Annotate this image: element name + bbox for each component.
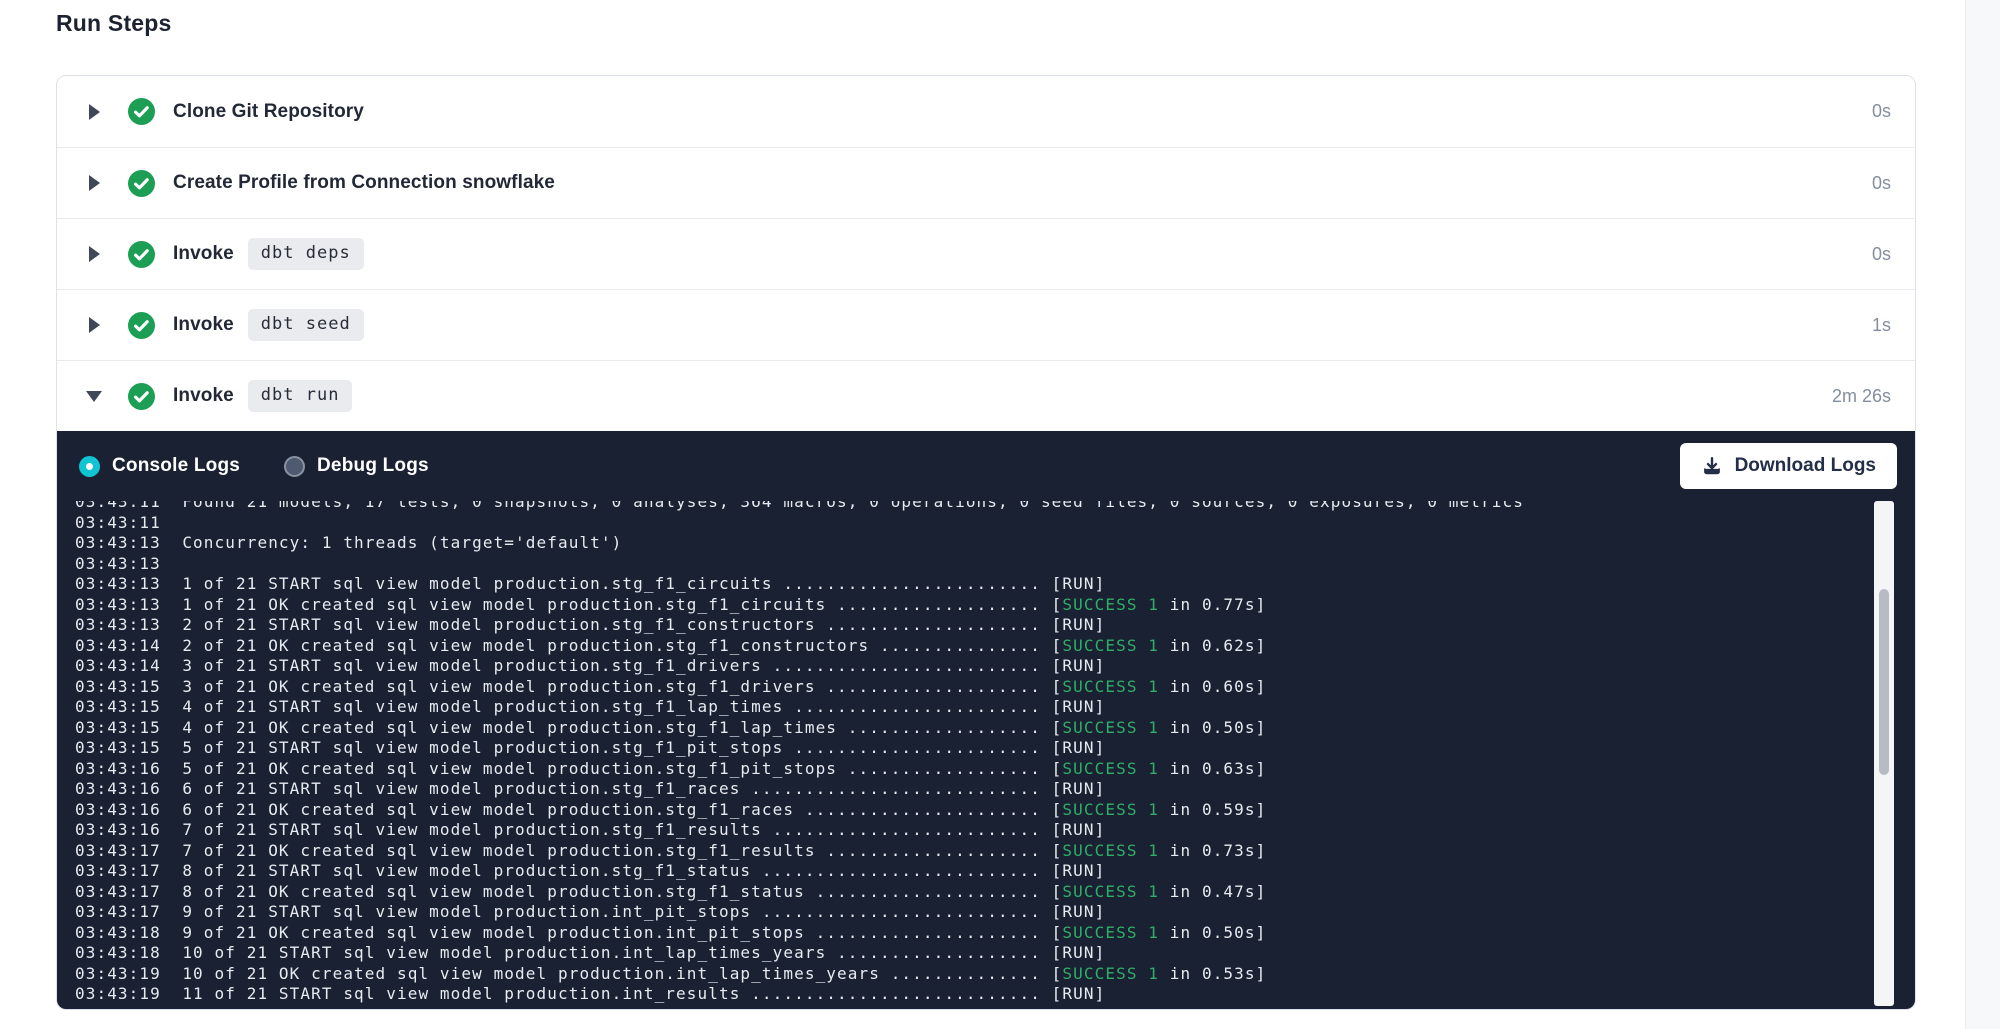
log-line: 03:43:11 Found 21 models, 17 tests, 0 sn… — [75, 501, 1915, 513]
log-success-token: SUCCESS 1 — [1062, 636, 1159, 655]
chevron-down-icon[interactable] — [87, 391, 101, 402]
log-line: 03:43:19 11 of 21 START sql view model p… — [75, 984, 1915, 1005]
chevron-right-icon[interactable] — [87, 104, 101, 120]
console-header: Console Logs Debug Logs Download Logs — [57, 431, 1915, 501]
step-duration: 0s — [1872, 101, 1891, 122]
log-line: 03:43:16 7 of 21 START sql view model pr… — [75, 820, 1915, 841]
log-line: 03:43:18 9 of 21 OK created sql view mod… — [75, 923, 1915, 944]
success-check-icon — [128, 383, 155, 410]
step-title: Create Profile from Connection snowflake — [173, 172, 555, 194]
chevron-right-icon[interactable] — [87, 317, 101, 333]
log-line: 03:43:16 6 of 21 START sql view model pr… — [75, 779, 1915, 800]
step-duration: 1s — [1872, 315, 1891, 336]
download-icon — [1701, 455, 1723, 477]
log-line: 03:43:13 1 of 21 START sql view model pr… — [75, 574, 1915, 595]
console-panel: Console Logs Debug Logs Download Logs 03:… — [57, 431, 1915, 1009]
step-command-chip: dbt deps — [248, 238, 364, 270]
success-check-icon — [128, 241, 155, 268]
success-check-icon — [128, 98, 155, 125]
radio-debug-logs[interactable]: Debug Logs — [284, 455, 429, 477]
log-line: 03:43:18 10 of 21 START sql view model p… — [75, 943, 1915, 964]
log-line: 03:43:13 — [75, 554, 1915, 575]
download-logs-label: Download Logs — [1735, 455, 1876, 477]
log-success-token: SUCCESS 1 — [1062, 595, 1159, 614]
log-success-token: SUCCESS 1 — [1062, 841, 1159, 860]
step-row-dbt-deps[interactable]: Invoke dbt deps 0s — [57, 218, 1915, 289]
log-type-radio-group: Console Logs Debug Logs — [79, 455, 473, 477]
radio-selected-icon[interactable] — [79, 456, 100, 477]
log-line: 03:43:15 4 of 21 START sql view model pr… — [75, 697, 1915, 718]
log-success-token: SUCCESS 1 — [1062, 964, 1159, 983]
log-line: 03:43:11 — [75, 513, 1915, 534]
log-line: 03:43:15 4 of 21 OK created sql view mod… — [75, 718, 1915, 739]
radio-console-logs[interactable]: Console Logs — [79, 455, 240, 477]
success-check-icon — [128, 312, 155, 339]
log-line: 03:43:17 7 of 21 OK created sql view mod… — [75, 841, 1915, 862]
step-row-dbt-seed[interactable]: Invoke dbt seed 1s — [57, 289, 1915, 360]
log-line: 03:43:15 3 of 21 OK created sql view mod… — [75, 677, 1915, 698]
step-command-chip: dbt run — [248, 380, 353, 412]
log-line: 03:43:19 10 of 21 OK created sql view mo… — [75, 964, 1915, 985]
step-command-chip: dbt seed — [248, 309, 364, 341]
run-steps-card: Clone Git Repository0sCreate Profile fro… — [56, 75, 1916, 1010]
log-line: 03:43:17 9 of 21 START sql view model pr… — [75, 902, 1915, 923]
log-success-token: SUCCESS 1 — [1062, 677, 1159, 696]
log-line: 03:43:13 Concurrency: 1 threads (target=… — [75, 533, 1915, 554]
log-line: 03:43:13 1 of 21 OK created sql view mod… — [75, 595, 1915, 616]
page-right-gutter — [1965, 0, 2000, 1029]
console-scrollbar[interactable] — [1874, 501, 1894, 1006]
radio-unselected-icon[interactable] — [284, 456, 305, 477]
step-title: Invoke — [173, 385, 234, 407]
log-line: 03:43:15 5 of 21 START sql view model pr… — [75, 738, 1915, 759]
step-duration: 2m 26s — [1832, 386, 1891, 407]
log-line: 03:43:17 8 of 21 OK created sql view mod… — [75, 882, 1915, 903]
step-duration: 0s — [1872, 173, 1891, 194]
log-line: 03:43:14 2 of 21 OK created sql view mod… — [75, 636, 1915, 657]
steps-list: Clone Git Repository0sCreate Profile fro… — [57, 76, 1915, 431]
step-title: Clone Git Repository — [173, 101, 364, 123]
step-row-create-profile-from-connection-snowflake[interactable]: Create Profile from Connection snowflake… — [57, 147, 1915, 218]
log-line: 03:43:16 5 of 21 OK created sql view mod… — [75, 759, 1915, 780]
chevron-right-icon[interactable] — [87, 246, 101, 262]
step-duration: 0s — [1872, 244, 1891, 265]
console-log-viewport[interactable]: 03:43:11 Found 21 models, 17 tests, 0 sn… — [57, 501, 1915, 1009]
step-row-dbt-run[interactable]: Invoke dbt run 2m 26s — [57, 360, 1915, 431]
radio-label: Debug Logs — [317, 455, 429, 477]
log-line: 03:43:13 2 of 21 START sql view model pr… — [75, 615, 1915, 636]
log-success-token: SUCCESS 1 — [1062, 718, 1159, 737]
log-success-token: SUCCESS 1 — [1062, 759, 1159, 778]
log-line: 03:43:16 6 of 21 OK created sql view mod… — [75, 800, 1915, 821]
step-row-clone-git-repository[interactable]: Clone Git Repository 0s — [57, 76, 1915, 147]
log-line: 03:43:14 3 of 21 START sql view model pr… — [75, 656, 1915, 677]
success-check-icon — [128, 170, 155, 197]
step-title: Invoke — [173, 314, 234, 336]
page-title: Run Steps — [56, 10, 172, 37]
step-title: Invoke — [173, 243, 234, 265]
log-line: 03:43:17 8 of 21 START sql view model pr… — [75, 861, 1915, 882]
console-scrollbar-thumb[interactable] — [1879, 589, 1889, 775]
download-logs-button[interactable]: Download Logs — [1680, 443, 1897, 489]
log-success-token: SUCCESS 1 — [1062, 923, 1159, 942]
log-success-token: SUCCESS 1 — [1062, 800, 1159, 819]
log-success-token: SUCCESS 1 — [1062, 882, 1159, 901]
chevron-right-icon[interactable] — [87, 175, 101, 191]
console-log-lines: 03:43:11 Found 21 models, 17 tests, 0 sn… — [75, 501, 1915, 1005]
radio-label: Console Logs — [112, 455, 240, 477]
